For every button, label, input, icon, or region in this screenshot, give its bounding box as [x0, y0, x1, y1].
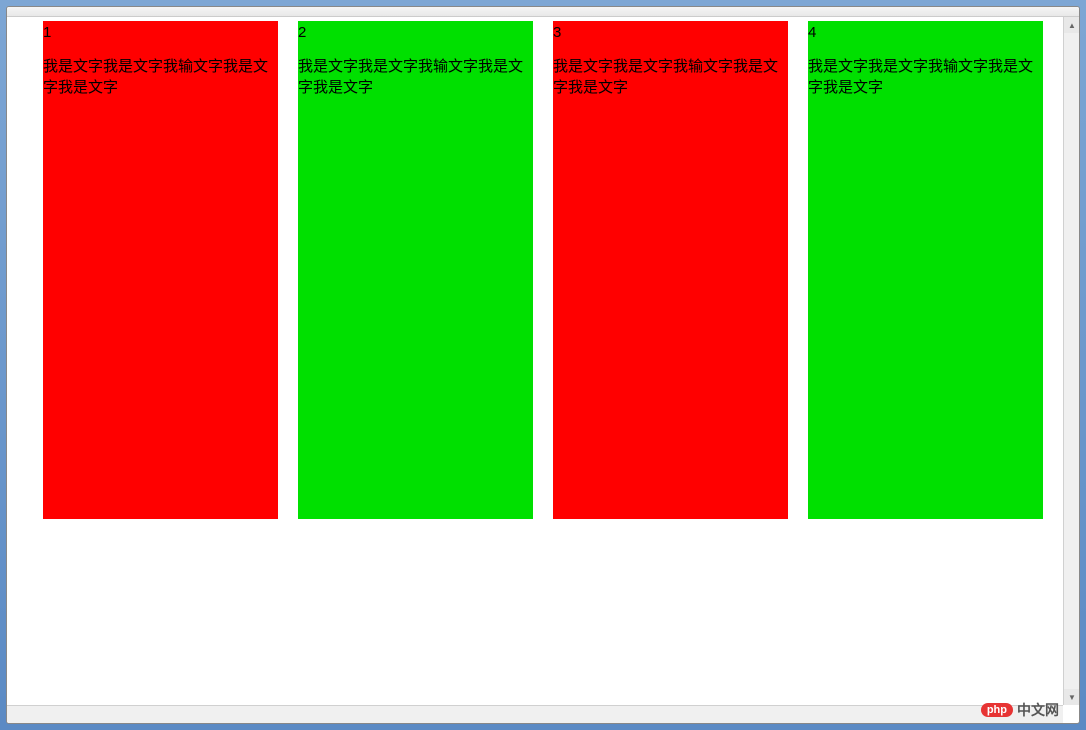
- box-2-number: 2: [298, 23, 533, 43]
- box-1-text: 我是文字我是文字我输文字我是文字我是文字: [43, 57, 278, 98]
- box-3: 3 我是文字我是文字我输文字我是文字我是文字: [553, 21, 788, 519]
- box-4-number: 4: [808, 23, 1043, 43]
- vertical-scrollbar[interactable]: ▲ ▼: [1063, 17, 1079, 705]
- watermark: php 中文网: [981, 700, 1059, 720]
- watermark-badge: php: [981, 703, 1013, 717]
- box-2-text: 我是文字我是文字我输文字我是文字我是文字: [298, 57, 533, 98]
- box-3-number: 3: [553, 23, 788, 43]
- browser-window: 1 我是文字我是文字我输文字我是文字我是文字 2 我是文字我是文字我输文字我是文…: [6, 6, 1080, 724]
- box-1: 1 我是文字我是文字我输文字我是文字我是文字: [43, 21, 278, 519]
- box-2: 2 我是文字我是文字我输文字我是文字我是文字: [298, 21, 533, 519]
- box-3-text: 我是文字我是文字我输文字我是文字我是文字: [553, 57, 788, 98]
- scroll-up-icon[interactable]: ▲: [1064, 17, 1080, 33]
- window-title-bar: [7, 7, 1079, 17]
- box-1-number: 1: [43, 23, 278, 43]
- horizontal-scrollbar[interactable]: [7, 705, 1063, 723]
- watermark-text: 中文网: [1017, 700, 1059, 720]
- box-4-text: 我是文字我是文字我输文字我是文字我是文字: [808, 57, 1043, 98]
- content-area: 1 我是文字我是文字我输文字我是文字我是文字 2 我是文字我是文字我输文字我是文…: [7, 17, 1079, 523]
- scroll-down-icon[interactable]: ▼: [1064, 689, 1080, 705]
- box-4: 4 我是文字我是文字我输文字我是文字我是文字: [808, 21, 1043, 519]
